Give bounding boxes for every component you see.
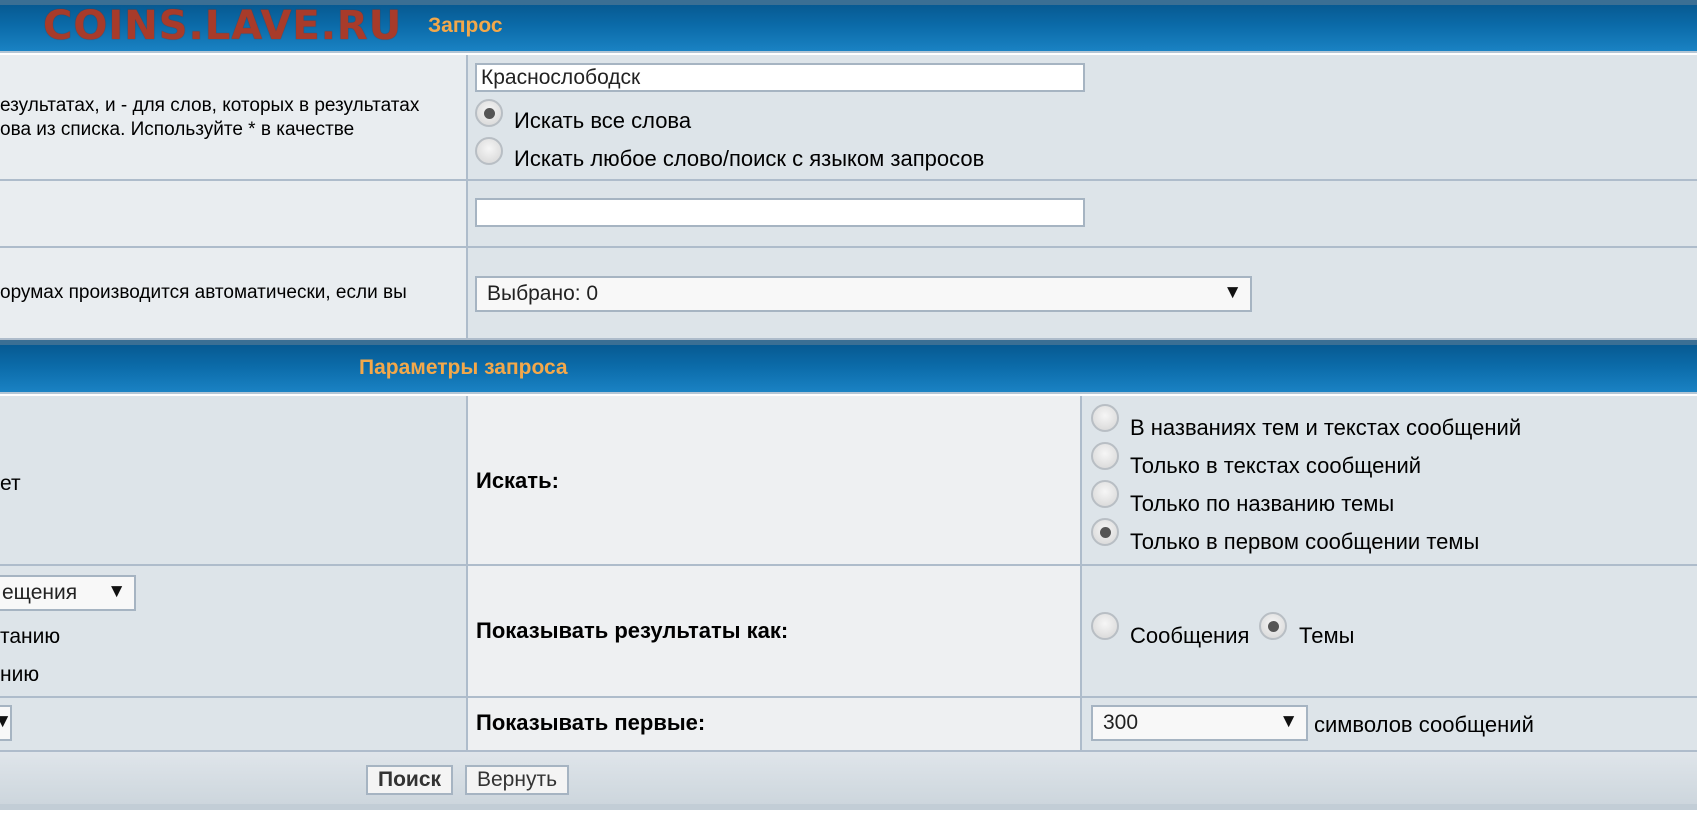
search-in-radio-1[interactable] (1091, 404, 1119, 432)
show-as-row: ещения ▼ танию нию Показывать результаты… (0, 566, 1697, 698)
show-as-label: Показывать результаты как: (476, 618, 789, 643)
sort-asc-partial: танию (0, 625, 61, 648)
keywords-input-cell: Краснослободск Искать все слова Искать л… (468, 55, 1697, 179)
chevron-down-icon: ▼ (0, 711, 12, 732)
search-in-label-cell: Искать: (468, 396, 1082, 564)
show-as-posts-radio[interactable] (1091, 612, 1119, 640)
author-input[interactable] (475, 198, 1085, 227)
mode-all-radio[interactable] (475, 99, 503, 127)
keywords-help-line-1: езультатах, и - для слов, которых в резу… (0, 95, 420, 116)
forums-row: орумах производится автоматически, если … (0, 248, 1697, 340)
chevron-down-icon: ▼ (1279, 711, 1298, 732)
search-in-option-1: В названиях тем и текстах сообщений (1130, 415, 1522, 440)
show-first-select[interactable]: 300 ▼ (1091, 705, 1308, 741)
show-as-topics-radio[interactable] (1259, 612, 1287, 640)
sort-desc-partial: нию (0, 663, 40, 686)
return-first-cell: ▼ (0, 698, 468, 750)
search-in-radio-4[interactable] (1091, 518, 1119, 546)
chevron-down-icon: ▼ (107, 581, 126, 602)
sort-cell: ещения ▼ танию нию (0, 566, 468, 696)
show-first-options-cell: 300 ▼ символов сообщений (1082, 698, 1697, 750)
date-cell: ет (0, 396, 468, 564)
keywords-input[interactable]: Краснослободск (475, 63, 1085, 92)
params-header: Параметры запроса (0, 340, 1697, 394)
search-page: COINS.LAVE.RU Запрос езультатах, и - для… (0, 0, 1697, 814)
show-as-posts-label: Сообщения (1130, 623, 1250, 648)
form-footer: Поиск Вернуть (0, 752, 1697, 810)
search-in-option-4: Только в первом сообщении темы (1130, 529, 1480, 554)
reset-button[interactable]: Вернуть (465, 765, 570, 795)
mode-any-label: Искать любое слово/поиск с языком запрос… (514, 146, 985, 171)
search-in-option-3: Только по названию темы (1130, 491, 1395, 516)
search-in-option-2: Только в текстах сообщений (1130, 453, 1422, 478)
return-first-select[interactable]: ▼ (0, 705, 12, 741)
search-in-radio-2[interactable] (1091, 442, 1119, 470)
query-header: COINS.LAVE.RU Запрос (0, 0, 1697, 53)
keywords-help-line-2: ова из списка. Используйте * в качестве (0, 119, 355, 140)
mode-all-label: Искать все слова (514, 108, 692, 133)
search-in-radio-3[interactable] (1091, 480, 1119, 508)
show-first-label: Показывать первые: (476, 710, 706, 735)
forums-select[interactable]: Выбрано: 0 ▼ (475, 276, 1252, 312)
sort-select[interactable]: ещения ▼ (0, 575, 136, 611)
search-in-label: Искать: (476, 468, 559, 493)
site-logo: COINS.LAVE.RU (43, 3, 403, 49)
show-first-select-value: 300 (1103, 711, 1139, 734)
chevron-down-icon: ▼ (1223, 282, 1242, 303)
author-label-cell (0, 181, 468, 246)
forums-help-cell: орумах производится автоматически, если … (0, 248, 468, 338)
query-header-title: Запрос (428, 14, 503, 37)
mode-any-radio[interactable] (475, 137, 503, 165)
date-partial-text: ет (0, 472, 21, 495)
show-first-suffix: символов сообщений (1314, 712, 1534, 737)
author-row (0, 181, 1697, 248)
show-first-row: ▼ Показывать первые: 300 ▼ символов сооб… (0, 698, 1697, 752)
show-as-label-cell: Показывать результаты как: (468, 566, 1082, 696)
params-header-title: Параметры запроса (359, 356, 568, 379)
keywords-row: езультатах, и - для слов, которых в резу… (0, 55, 1697, 181)
forums-select-value: Выбрано: 0 (487, 282, 599, 305)
show-as-options-cell: Сообщения Темы (1082, 566, 1697, 696)
forums-help-text: орумах производится автоматически, если … (0, 282, 407, 303)
show-first-label-cell: Показывать первые: (468, 698, 1082, 750)
author-input-cell (468, 181, 1697, 246)
keywords-help-cell: езультатах, и - для слов, которых в резу… (0, 55, 468, 179)
show-as-topics-label: Темы (1299, 623, 1355, 648)
search-button[interactable]: Поиск (366, 765, 454, 795)
search-in-row: ет Искать: В названиях тем и текстах соо… (0, 396, 1697, 566)
sort-select-value: ещения (2, 581, 78, 604)
forums-select-cell: Выбрано: 0 ▼ (468, 248, 1697, 338)
search-in-options-cell: В названиях тем и текстах сообщений Толь… (1082, 396, 1697, 564)
